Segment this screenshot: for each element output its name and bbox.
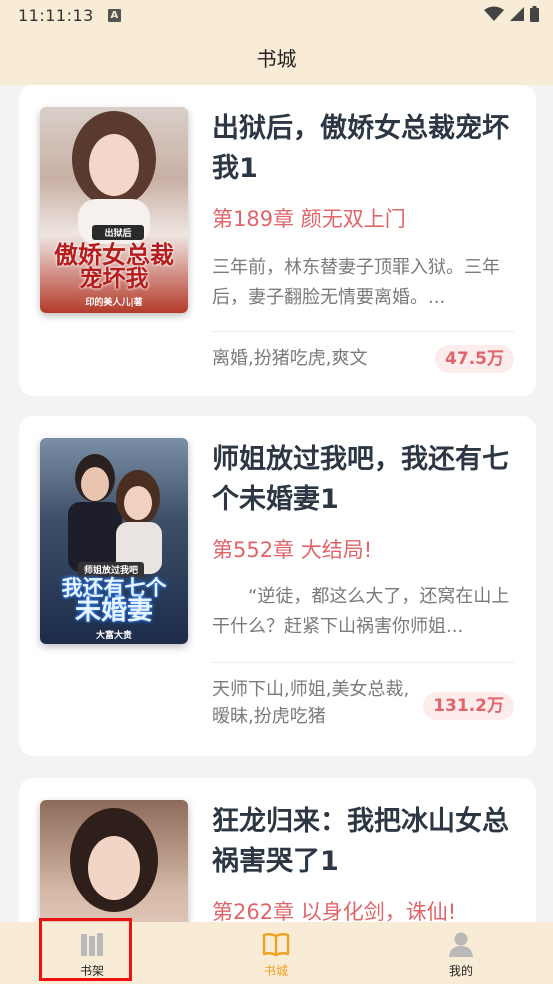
latest-chapter[interactable]: 第262章 以身化剑，诛仙! — [212, 896, 456, 922]
book-cover[interactable]: 出狱后 傲娇女总裁 宠坏我 印的美人儿|著 — [40, 107, 188, 313]
book-title[interactable]: 狂龙归来：我把冰山女总祸害哭了1 — [212, 802, 517, 882]
book-intro: 三年前，林东替妻子顶罪入狱。三年后，妻子翻脸无情要离婚。... — [212, 257, 500, 308]
tab-label: 书城 — [263, 964, 288, 978]
page-title: 书城 — [256, 47, 297, 71]
user-icon — [449, 932, 473, 957]
book-list[interactable]: 出狱后 傲娇女总裁 宠坏我 印的美人儿|著 出狱后，傲娇女总裁宠坏我1 第189… — [0, 85, 553, 922]
divider — [212, 662, 514, 663]
book-card[interactable]: 出狱后 傲娇女总裁 宠坏我 印的美人儿|著 出狱后，傲娇女总裁宠坏我1 第189… — [19, 85, 536, 396]
tab-mine[interactable]: 我的 — [406, 922, 516, 984]
book-card[interactable]: 狂龙归来：我把冰山女总祸害哭了1 第262章 以身化剑，诛仙! — [19, 778, 536, 922]
book-intro: “逆徒，都这么大了，还窝在山上干什么？赶紧下山祸害你师姐... — [212, 586, 510, 637]
book-card[interactable]: 师姐放过我吧 我还有七个 未婚妻 大富大贵 师姐放过我吧，我还有七个未婚妻1 第… — [19, 416, 536, 756]
cover-author: 大富大贵 — [95, 631, 132, 641]
cover-top-text: 出狱后 — [92, 225, 144, 240]
latest-chapter[interactable]: 第189章 颜无双上门 — [212, 203, 406, 233]
wifi-icon — [484, 6, 504, 21]
read-count-badge: 47.5万 — [435, 345, 514, 373]
book-cover[interactable] — [40, 800, 188, 922]
tab-bookstore[interactable]: 书城 — [221, 922, 331, 984]
top-header: 书城 — [0, 30, 553, 85]
battery-icon — [530, 6, 539, 22]
notification-a-icon: A — [107, 8, 121, 22]
book-cover[interactable]: 师姐放过我吧 我还有七个 未婚妻 大富大贵 — [40, 438, 188, 644]
highlight-box — [39, 918, 132, 981]
book-title[interactable]: 师姐放过我吧，我还有七个未婚妻1 — [212, 440, 517, 520]
cover-author: 印的美人儿|著 — [85, 298, 143, 308]
cover-portrait — [70, 808, 158, 912]
tab-label: 我的 — [448, 964, 473, 978]
book-tags: 天师下山,师姐,美女总裁,暧昧,扮虎吃猪 — [212, 679, 410, 727]
cover-title-line2: 未婚妻 — [74, 596, 153, 626]
read-count-badge: 131.2万 — [423, 692, 514, 720]
divider — [212, 331, 514, 332]
status-time: 11:11:13 — [18, 5, 94, 25]
book-tags: 离婚,扮猪吃虎,爽文 — [212, 348, 368, 369]
book-title[interactable]: 出狱后，傲娇女总裁宠坏我1 — [212, 109, 517, 189]
signal-icon — [510, 7, 524, 21]
status-icons — [484, 6, 539, 22]
cover-title-line2: 宠坏我 — [79, 266, 149, 292]
open-book-icon — [262, 933, 290, 957]
status-bar: 11:11:13 A — [0, 0, 553, 30]
cover-title-line1: 傲娇女总裁 — [54, 241, 174, 269]
cover-top-text: 师姐放过我吧 — [78, 562, 144, 577]
latest-chapter[interactable]: 第552章 大结局! — [212, 534, 372, 564]
